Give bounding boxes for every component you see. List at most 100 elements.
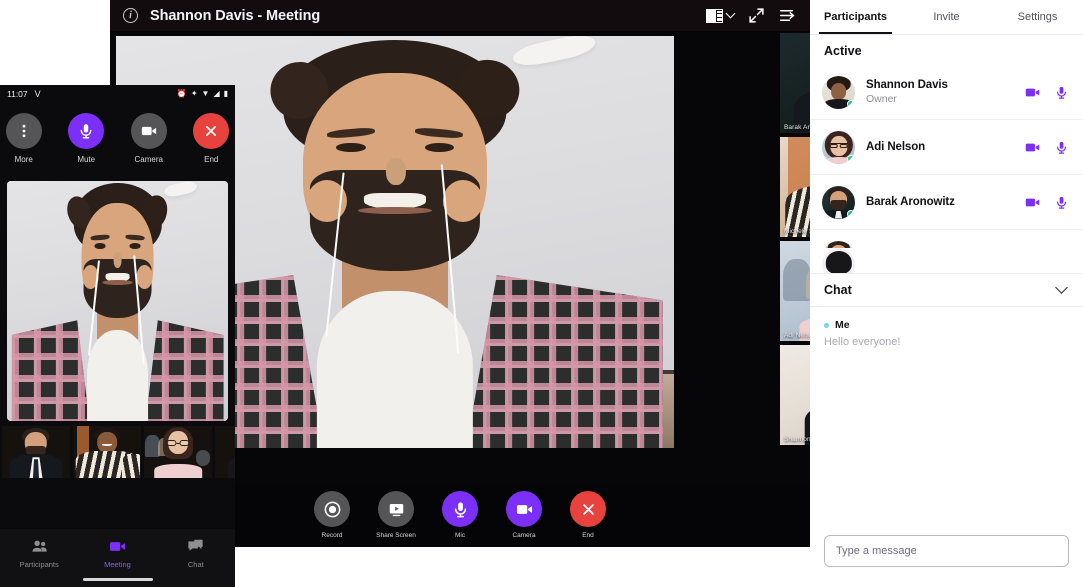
tab-settings[interactable]: Settings (992, 0, 1083, 34)
home-indicator (82, 578, 153, 581)
tab-participants-label: Participants (824, 11, 887, 23)
window-titlebar: i Shannon Davis - Meeting (110, 0, 810, 31)
alarm-icon: ⏰ (176, 89, 187, 98)
more-label: More (14, 155, 33, 164)
mobile-tab-chat[interactable]: Chat (157, 537, 235, 569)
more-button[interactable]: More (0, 113, 48, 164)
info-circle-icon[interactable]: i (123, 8, 138, 23)
camera-icon (506, 491, 542, 527)
video-thumbnail-label: Michele Sanchez (784, 228, 810, 235)
layout-selector-button[interactable] (706, 8, 736, 23)
mobile-tab-meeting[interactable]: Meeting (78, 537, 156, 569)
window-title: Shannon Davis - Meeting (150, 7, 321, 24)
video-thumbnail-label: Shannon Davis (784, 436, 810, 443)
record-icon (314, 491, 350, 527)
mobile-end-label: End (204, 155, 219, 164)
participant-name: Barak Aronowitz (866, 196, 955, 208)
mobile-video-thumbnail[interactable]: Michele Sanchez (73, 426, 141, 478)
list-item: Me Hello everyone! (824, 319, 1069, 348)
chat-messages: Me Hello everyone! (810, 307, 1083, 535)
bluetooth-icon: ✦ (190, 89, 198, 98)
layout-grid-icon (706, 8, 723, 23)
mic-icon[interactable] (1054, 84, 1069, 101)
tab-invite-label: Invite (933, 11, 960, 23)
table-row[interactable]: Shannon Davis Owner (810, 65, 1083, 120)
video-thumbnail[interactable]: Barak Aronowitz (780, 33, 810, 133)
mic-icon[interactable] (1054, 194, 1069, 211)
mobile-self-video[interactable] (7, 181, 228, 421)
signal-icon: ◢ (213, 89, 220, 98)
end-call-icon (193, 113, 230, 149)
camera-icon[interactable] (1024, 84, 1041, 101)
mic-icon (68, 113, 105, 149)
avatar (822, 75, 855, 109)
camera-icon (130, 113, 167, 149)
participants-icon (32, 540, 47, 552)
mobile-tab-participants[interactable]: Participants (0, 537, 78, 569)
mobile-tab-label: Meeting (104, 560, 131, 569)
share-screen-button[interactable]: Share Screen (371, 491, 421, 539)
table-row[interactable]: Barak Aronowitz (810, 175, 1083, 230)
participant-info: Shannon Davis Owner (866, 79, 1024, 105)
chevron-down-icon (725, 8, 736, 19)
toggle-panel-button[interactable] (779, 8, 796, 23)
end-call-button[interactable]: End (563, 491, 613, 539)
mobile-video-thumbnail[interactable]: Sha (215, 426, 235, 478)
camera-label: Camera (512, 532, 536, 539)
avatar (822, 248, 855, 273)
mobile-tab-label: Participants (19, 560, 59, 569)
status-icons: ⏰ ✦ ▼ ◢ ▮ (177, 90, 228, 98)
online-status-dot (847, 99, 855, 108)
video-thumbnail[interactable]: Adi Nelson (780, 241, 810, 341)
tab-settings-label: Settings (1017, 11, 1058, 23)
chat-section-header[interactable]: Chat (810, 274, 1083, 306)
participant-actions (1024, 139, 1071, 156)
table-row[interactable]: Adi Nelson (810, 120, 1083, 175)
battery-icon: ▮ (223, 89, 228, 98)
mobile-video-thumbnail[interactable]: Barak Aronowitz (2, 426, 70, 478)
fullscreen-button[interactable] (748, 7, 765, 24)
mobile-camera-button[interactable]: Camera (125, 113, 173, 164)
camera-icon[interactable] (1024, 139, 1041, 156)
record-button[interactable]: Record (307, 491, 357, 539)
end-call-icon (570, 491, 606, 527)
mute-label: Mute (77, 155, 96, 164)
participant-name: Shannon Davis (866, 79, 948, 91)
table-row[interactable]: Daniel Fergeson (810, 230, 1083, 248)
mic-icon[interactable] (1054, 139, 1069, 156)
message-text: Hello everyone! (824, 336, 901, 348)
tab-participants[interactable]: Participants (810, 0, 901, 35)
video-thumbnail[interactable]: Michele Sanchez (780, 137, 810, 237)
tab-invite[interactable]: Invite (901, 0, 992, 34)
mobile-video-thumbnail[interactable]: Adi Nelson (144, 426, 212, 478)
status-time: 11:07 (7, 89, 28, 99)
mic-button[interactable]: Mic (435, 491, 485, 539)
wifi-icon: ▼ (201, 89, 210, 98)
mute-button[interactable]: Mute (63, 113, 111, 164)
side-panel-tabs: Participants Invite Settings (810, 0, 1083, 35)
chevron-down-icon[interactable] (1055, 281, 1068, 294)
expand-fullscreen-icon (749, 8, 764, 23)
toggle-panel-icon (779, 10, 795, 21)
side-panel: Participants Invite Settings Active Shan… (810, 0, 1083, 587)
mobile-call-controls: More Mute Camera End (0, 103, 235, 181)
end-call-label: End (582, 532, 594, 539)
more-vertical-icon (5, 113, 42, 149)
participants-list: Shannon Davis Owner Adi Nelson Barak Aro… (810, 65, 1083, 248)
message-input[interactable] (824, 535, 1069, 567)
table-row-clipped[interactable] (810, 248, 1083, 274)
camera-button[interactable]: Camera (499, 491, 549, 539)
participant-name: Adi Nelson (866, 141, 926, 153)
participant-actions (1024, 84, 1071, 101)
participant-video-strip: Barak Aronowitz Michele Sanchez Adi Nels… (780, 33, 810, 448)
mobile-end-button[interactable]: End (188, 113, 236, 164)
camera-icon[interactable] (1024, 194, 1041, 211)
mic-label: Mic (454, 532, 466, 539)
message-author: Me (824, 319, 1069, 331)
share-screen-icon (378, 491, 414, 527)
video-thumbnail[interactable]: Shannon Davis (780, 345, 810, 445)
mic-icon (442, 491, 478, 527)
avatar (822, 240, 855, 248)
mobile-tabbar: Participants Meeting Chat (0, 529, 235, 587)
avatar (822, 130, 855, 164)
